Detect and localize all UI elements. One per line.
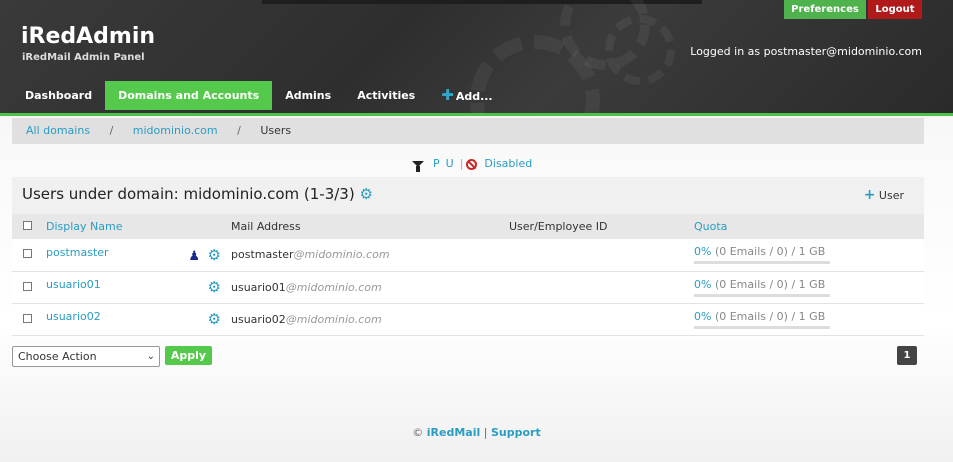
quota-detail: (0 Emails / 0) / 1 GB <box>711 309 826 323</box>
panel-header: Users under domain: midominio.com (1-3/3… <box>12 177 924 214</box>
breadcrumb-separator: / <box>109 124 114 137</box>
preferences-button[interactable]: Preferences <box>784 0 866 19</box>
nav-dashboard[interactable]: Dashboard <box>12 81 105 110</box>
user-display-name[interactable]: usuario02 <box>46 310 101 323</box>
column-display-name[interactable]: Display Name <box>46 220 123 233</box>
page-title: Users under domain: midominio.com (1-3/3… <box>22 185 373 203</box>
filter-disabled[interactable]: Disabled <box>484 157 532 171</box>
nav-domains-and-accounts[interactable]: Domains and Accounts <box>105 81 273 110</box>
users-table: Display Name Mail Address User/Employee … <box>12 214 924 336</box>
add-user-label: User <box>878 189 904 202</box>
column-quota[interactable]: Quota <box>694 220 727 233</box>
table-row: usuario02 ⚙ usuario02@midominio.com 0% (… <box>12 303 924 336</box>
logout-button[interactable]: Logout <box>868 0 922 19</box>
apply-button[interactable]: Apply <box>165 346 212 365</box>
filter-u[interactable]: U <box>446 157 454 171</box>
quota-bar <box>694 293 830 297</box>
breadcrumb-domain[interactable]: midominio.com <box>133 124 218 137</box>
gear-decoration-icon <box>605 15 675 85</box>
quota-text: 0% (0 Emails / 0) / 1 GB <box>694 310 924 323</box>
main-nav: Dashboard Domains and Accounts Admins Ac… <box>12 81 506 110</box>
table-row: postmaster ♟ ⚙ postmaster@midominio.com … <box>12 239 924 272</box>
quota-bar <box>694 325 830 329</box>
mail-domain: @midominio.com <box>285 312 382 326</box>
plus-icon: ✚ <box>441 86 454 104</box>
row-checkbox[interactable] <box>23 281 32 291</box>
choose-action-select[interactable]: Choose Action ⌄ <box>12 346 160 367</box>
choose-action-value: Choose Action <box>18 350 97 363</box>
breadcrumb-all-domains[interactable]: All domains <box>26 124 90 137</box>
mail-local: postmaster <box>231 248 294 262</box>
account-filter: P U | Disabled <box>412 157 535 172</box>
chevron-down-icon: ⌄ <box>146 351 155 362</box>
footer-separator: | <box>483 426 488 439</box>
header: iRedAdmin iRedMail Admin Panel Preferenc… <box>0 0 953 116</box>
employee-id <box>509 271 694 304</box>
nav-underline <box>0 113 953 116</box>
user-display-name[interactable]: postmaster <box>46 246 109 259</box>
quota-percent: 0% <box>694 245 712 259</box>
gear-icon[interactable]: ⚙ <box>208 246 221 264</box>
quota-bar <box>694 261 830 265</box>
plus-icon: + <box>863 187 876 203</box>
quota-text: 0% (0 Emails / 0) / 1 GB <box>694 278 924 291</box>
breadcrumb-current: Users <box>260 124 292 137</box>
mail-domain: @midominio.com <box>285 280 382 294</box>
employee-id <box>509 239 694 272</box>
footer: © iRedMail | Support <box>0 426 953 439</box>
footer-iredmail-link[interactable]: iRedMail <box>427 426 481 439</box>
logged-in-status: Logged in as postmaster@midominio.com <box>690 45 922 58</box>
quota-percent: 0% <box>694 277 712 291</box>
add-user-button[interactable]: + User <box>864 187 904 203</box>
gear-icon[interactable]: ⚙ <box>208 278 221 296</box>
table-row: usuario01 ⚙ usuario01@midominio.com 0% (… <box>12 271 924 304</box>
select-all-checkbox[interactable] <box>23 221 32 230</box>
user-display-name[interactable]: usuario01 <box>46 278 101 291</box>
panel-title-text: Users under domain: midominio.com (1-3/3… <box>22 185 355 203</box>
table-header-row: Display Name Mail Address User/Employee … <box>12 214 924 239</box>
filter-separator: | <box>459 157 464 170</box>
breadcrumb-separator: / <box>237 124 241 137</box>
nav-add[interactable]: ✚ Add... <box>428 81 505 110</box>
row-checkbox[interactable] <box>23 313 32 323</box>
footer-support-link[interactable]: Support <box>491 426 541 439</box>
quota-text: 0% (0 Emails / 0) / 1 GB <box>694 245 924 258</box>
employee-id <box>509 303 694 336</box>
gear-icon[interactable]: ⚙ <box>208 310 221 328</box>
app-title: iRedAdmin <box>21 24 156 49</box>
row-checkbox[interactable] <box>23 249 32 259</box>
column-employee-id: User/Employee ID <box>509 214 694 239</box>
mail-local: usuario02 <box>231 312 286 326</box>
app-subtitle: iRedMail Admin Panel <box>22 52 145 63</box>
disabled-icon <box>466 158 478 170</box>
mail-domain: @midominio.com <box>293 248 390 262</box>
nav-activities[interactable]: Activities <box>344 81 428 110</box>
mail-local: usuario01 <box>231 280 286 294</box>
copyright-symbol: © <box>412 426 424 439</box>
nav-admins[interactable]: Admins <box>272 81 344 110</box>
quota-detail: (0 Emails / 0) / 1 GB <box>711 277 826 291</box>
admin-icon: ♟ <box>188 248 201 264</box>
column-mail-address: Mail Address <box>231 214 509 239</box>
quota-detail: (0 Emails / 0) / 1 GB <box>711 245 826 259</box>
nav-add-label: Add... <box>455 90 493 103</box>
pagination-page-1[interactable]: 1 <box>897 346 917 365</box>
users-panel: Users under domain: midominio.com (1-3/3… <box>12 177 924 337</box>
quota-percent: 0% <box>694 309 712 323</box>
breadcrumb: All domains / midominio.com / Users <box>12 118 924 144</box>
filter-p[interactable]: P <box>433 157 440 171</box>
gear-icon[interactable]: ⚙ <box>359 185 372 203</box>
filter-icon <box>412 161 424 172</box>
